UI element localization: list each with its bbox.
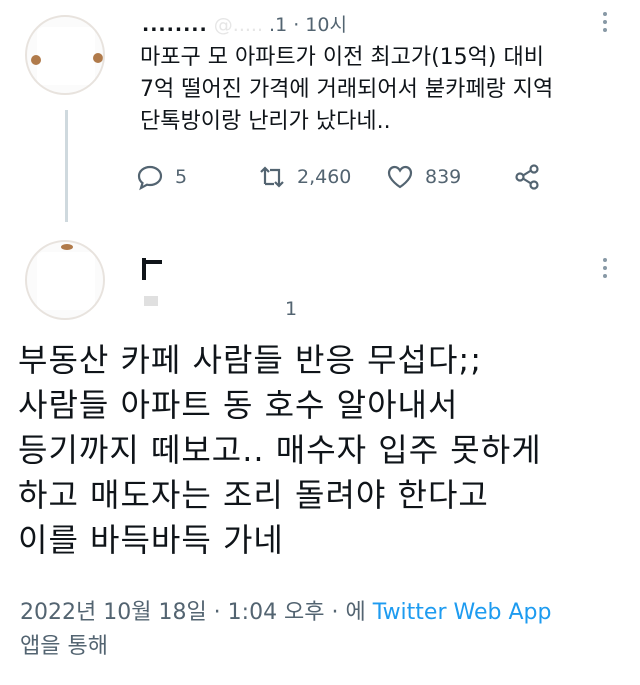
author-handle-fragment: 1 (285, 298, 298, 320)
tweet-line: 이를 바득바득 가네 (18, 521, 284, 559)
author-handle[interactable]: @..... (214, 14, 263, 36)
like-button[interactable]: 839 (385, 162, 461, 192)
reply-count: 5 (175, 166, 188, 188)
author-name[interactable]: ........ (142, 14, 208, 36)
author-handle-redacted (144, 296, 158, 306)
tweet-text: 부동산 카페 사람들 반응 무섭다;; 사람들 아파트 동 호수 알아내서 등기… (18, 338, 628, 563)
tweet-text: 마포구 모 아파트가 이전 최고가(15억) 대비 7억 떨어진 가격에 거래되… (140, 42, 620, 138)
tweet-line: 7억 떨어진 가격에 거래되어서 붇카페랑 지역 (140, 77, 554, 102)
timestamp-text[interactable]: 2022년 10월 18일 · 1:04 오후 · 에 (20, 600, 373, 625)
retweet-icon (260, 166, 284, 188)
tweet-line: 사람들 아파트 동 호수 알아내서 (18, 386, 459, 424)
author-name-redacted (142, 258, 146, 280)
share-icon (515, 164, 539, 190)
share-button[interactable] (512, 162, 542, 192)
avatar-detail (93, 53, 103, 63)
thread-line (65, 110, 68, 222)
source-suffix: 앱을 통해 (20, 634, 108, 659)
avatar-redaction (37, 27, 95, 85)
tweet-line: 단톡방이랑 난리가 났다네.. (140, 109, 391, 134)
more-options-icon[interactable] (603, 12, 609, 36)
tweet-line: 마포구 모 아파트가 이전 최고가(15억) 대비 (140, 45, 544, 70)
avatar-redaction (37, 252, 95, 310)
source-link[interactable]: Twitter Web App (373, 600, 552, 625)
reply-icon (137, 165, 163, 191)
tweet-line: 등기까지 떼보고.. 매수자 입주 못하게 (18, 431, 542, 469)
avatar[interactable] (25, 240, 105, 320)
heart-icon (387, 165, 413, 189)
tweet-time[interactable]: .1 · 10시 (269, 14, 347, 36)
like-count: 839 (425, 166, 462, 188)
avatar-detail (31, 55, 41, 65)
tweet-line: 하고 매도자는 조리 돌려야 한다고 (18, 476, 489, 514)
reply-button[interactable]: 5 (135, 162, 187, 192)
tweet-timestamp: 2022년 10월 18일 · 1:04 오후 · 에 Twitter Web … (20, 596, 620, 664)
more-options-icon[interactable] (603, 258, 609, 282)
tweet-line: 부동산 카페 사람들 반응 무섭다;; (18, 341, 482, 379)
tweet-meta: ........ @..... .1 · 10시 (142, 10, 347, 37)
retweet-count: 2,460 (297, 166, 352, 188)
retweet-button[interactable]: 2,460 (257, 162, 351, 192)
avatar-detail (61, 244, 73, 250)
avatar[interactable] (25, 15, 105, 95)
